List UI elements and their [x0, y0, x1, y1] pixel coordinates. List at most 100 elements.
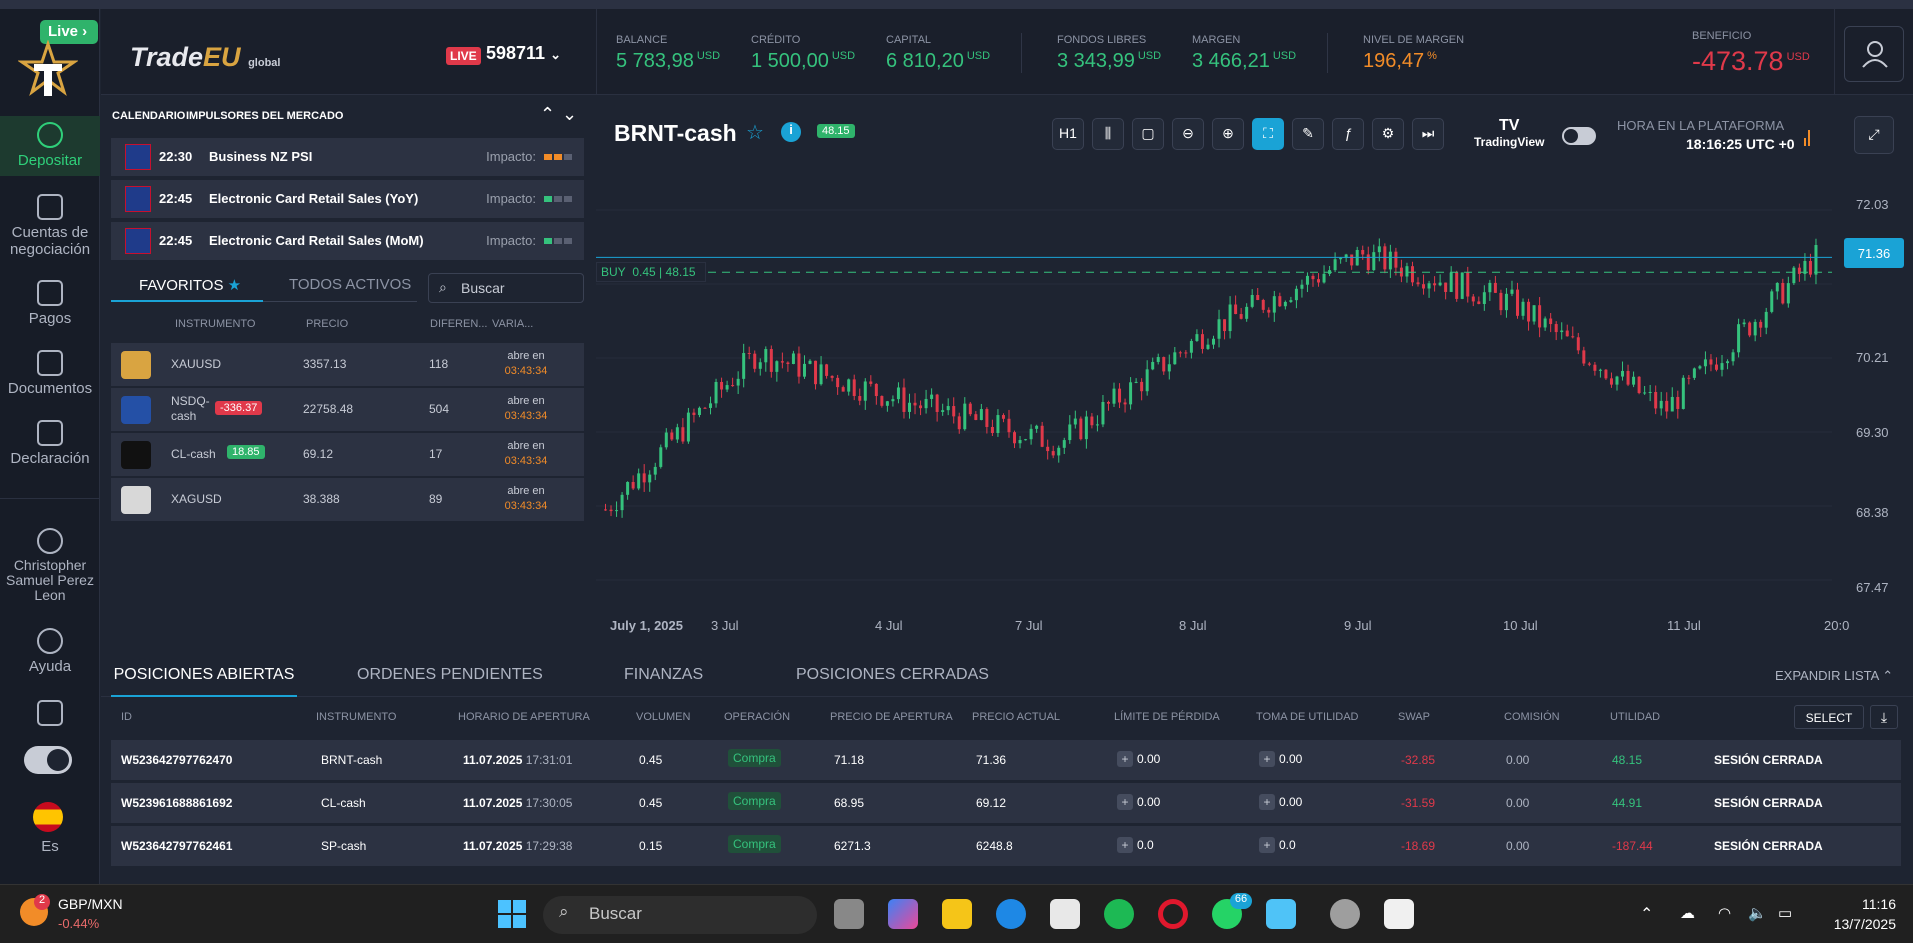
square-icon[interactable]: ▢ [1132, 118, 1164, 150]
candle-body [1239, 314, 1243, 319]
fullscreen-icon[interactable]: ⤢ [1854, 116, 1894, 154]
file-explorer-icon[interactable] [942, 899, 972, 929]
col-instrumento[interactable]: INSTRUMENTO [316, 711, 396, 723]
spain-flag-icon[interactable] [33, 802, 63, 832]
edge-icon[interactable] [996, 899, 1026, 929]
download-icon[interactable]: ⤓ [1870, 705, 1898, 729]
clock-date[interactable]: 13/7/2025 [1820, 916, 1896, 932]
battery-icon[interactable]: ▭ [1778, 904, 1792, 922]
opera-icon[interactable] [1158, 899, 1188, 929]
zoom-in-icon[interactable]: ⊕ [1212, 118, 1244, 150]
sidebar-item-declaracion[interactable]: Declaración [0, 420, 100, 467]
calendar-event[interactable]: 22:45 Electronic Card Retail Sales (YoY)… [111, 180, 584, 218]
col-limite-perdida[interactable]: LÍMITE DE PÉRDIDA [1114, 711, 1220, 723]
sidebar-item-documentos[interactable]: Documentos [0, 350, 100, 397]
timeframe-button[interactable]: H1 [1052, 118, 1084, 150]
buy-position-tag[interactable]: BUY 0.45 | 48.15 [596, 262, 706, 282]
tab-posiciones-cerradas[interactable]: POSICIONES CERRADAS [796, 666, 989, 684]
plus-icon[interactable]: + [1117, 794, 1133, 810]
profile-button[interactable] [1844, 26, 1904, 82]
spotify-icon[interactable] [1104, 899, 1134, 929]
tab-ordenes-pendientes[interactable]: ORDENES PENDIENTES [357, 666, 543, 684]
position-row[interactable]: W523961688861692 CL-cash 11.07.2025 17:30:… [111, 783, 1901, 823]
col-utilidad[interactable]: UTILIDAD [1610, 711, 1660, 723]
select-button[interactable]: SELECT [1794, 705, 1864, 729]
function-icon[interactable]: ƒ [1332, 118, 1364, 150]
x-tick: 9 Jul [1344, 618, 1372, 633]
col-precio-apertura[interactable]: PRECIO DE APERTURA [830, 711, 953, 723]
notepad-icon[interactable] [1266, 899, 1296, 929]
fit-icon[interactable]: ⛶ [1252, 118, 1284, 150]
position-row[interactable]: W523642797762470 BRNT-cash 11.07.2025 17:3… [111, 740, 1901, 780]
instrument-row[interactable]: XAGUSD 38.388 89 abre en 03:43:34 [111, 478, 584, 521]
candle-body [1084, 416, 1088, 440]
plus-icon[interactable]: + [1259, 794, 1275, 810]
store-icon[interactable] [1050, 899, 1080, 929]
tradeeu-logo-icon[interactable] [18, 40, 78, 100]
copilot-icon[interactable] [888, 899, 918, 929]
tv-toggle[interactable] [1562, 127, 1596, 145]
expand-list-button[interactable]: EXPANDIR LISTA ⌃ [1775, 668, 1893, 684]
favorite-star-icon[interactable]: ☆ [746, 120, 764, 145]
chevron-down-icon[interactable]: ⌄ [562, 104, 577, 125]
tab-todos-activos[interactable]: TODOS ACTIVOS [263, 272, 417, 302]
snipping-tool-icon[interactable] [1384, 899, 1414, 929]
wifi-icon[interactable]: ◠ [1718, 904, 1731, 922]
account-selector[interactable]: 598711 ⌄ [486, 43, 561, 64]
cell-value: 0.00 [1279, 752, 1303, 766]
plus-icon[interactable]: + [1117, 837, 1133, 853]
candle-body [1272, 296, 1276, 313]
instrument-search-input[interactable]: ⌕ Buscar [428, 273, 584, 303]
candle-body [935, 394, 939, 412]
gear-icon[interactable]: ⚙ [1372, 118, 1404, 150]
plus-icon[interactable]: + [1259, 837, 1275, 853]
sidebar-item-depositar[interactable]: Depositar [0, 116, 100, 176]
skip-end-icon[interactable]: ⏭ [1412, 118, 1444, 150]
tab-finanzas[interactable]: FINANZAS [624, 666, 703, 684]
sidebar-user[interactable]: Christopher Samuel Perez Leon [0, 528, 100, 603]
logout-button[interactable] [0, 700, 100, 730]
sidebar-help[interactable]: Ayuda [0, 628, 100, 675]
position-row[interactable]: W523642797762461 SP-cash 11.07.2025 17:29:… [111, 826, 1901, 866]
clock-time[interactable]: 11:16 [1848, 896, 1896, 912]
tab-favoritos[interactable]: FAVORITOS ★ [111, 272, 263, 302]
col-precio-actual[interactable]: PRECIO ACTUAL [972, 711, 1060, 723]
tab-posiciones-abiertas[interactable]: POSICIONES ABIERTAS [111, 655, 297, 697]
candle-body [1035, 425, 1039, 429]
price-chart[interactable] [596, 160, 1832, 620]
metric-unit: USD [831, 50, 856, 63]
instrument-row[interactable]: NSDQ-cash -336.37 22758.48 504 abre en 03… [111, 388, 584, 431]
candles-icon[interactable]: ⫼ [1092, 118, 1124, 150]
col-swap[interactable]: SWAP [1398, 711, 1430, 723]
theme-toggle[interactable] [24, 746, 72, 774]
taskbar-search[interactable]: ⌕ Buscar [543, 896, 817, 934]
pencil-icon[interactable]: ✎ [1292, 118, 1324, 150]
col-operacion[interactable]: OPERACIÓN [724, 711, 790, 723]
calendar-event[interactable]: 22:45 Electronic Card Retail Sales (MoM)… [111, 222, 584, 260]
col-horario[interactable]: HORARIO DE APERTURA [458, 711, 590, 723]
zoom-out-icon[interactable]: ⊖ [1172, 118, 1204, 150]
collapse-up-icon[interactable]: ⌃ [540, 104, 555, 125]
brand-logo[interactable]: TradeEU global [130, 42, 280, 73]
tab-impulsores[interactable]: IMPULSORES DEL MERCADO [186, 110, 343, 122]
calendar-event[interactable]: 22:30 Business NZ PSI Impacto: [111, 138, 584, 176]
sidebar-item-cuentas[interactable]: Cuentas de negociación [0, 194, 100, 258]
col-comision[interactable]: COMISIÓN [1504, 711, 1560, 723]
instrument-row[interactable]: XAUUSD 3357.13 118 abre en 03:43:34 [111, 343, 584, 386]
col-volumen[interactable]: VOLUMEN [636, 711, 690, 723]
settings-icon[interactable] [1330, 899, 1360, 929]
instrument-row[interactable]: CL-cash 18.85 69.12 17 abre en 03:43:34 [111, 433, 584, 476]
plus-icon[interactable]: + [1259, 751, 1275, 767]
tab-calendario[interactable]: CALENDARIO [112, 110, 185, 122]
sidebar-item-pagos[interactable]: Pagos [0, 280, 100, 327]
info-icon[interactable]: i [781, 122, 801, 142]
tray-chevron-icon[interactable]: ⌃ [1640, 904, 1653, 924]
col-id[interactable]: ID [121, 711, 132, 723]
cloud-off-icon[interactable]: ☁ [1680, 904, 1695, 922]
col-toma-utilidad[interactable]: TOMA DE UTILIDAD [1256, 711, 1358, 723]
candle-body [1637, 376, 1641, 393]
windows-start-icon[interactable] [498, 900, 526, 928]
volume-icon[interactable]: 🔈 [1748, 904, 1767, 922]
task-view-icon[interactable] [834, 899, 864, 929]
plus-icon[interactable]: + [1117, 751, 1133, 767]
